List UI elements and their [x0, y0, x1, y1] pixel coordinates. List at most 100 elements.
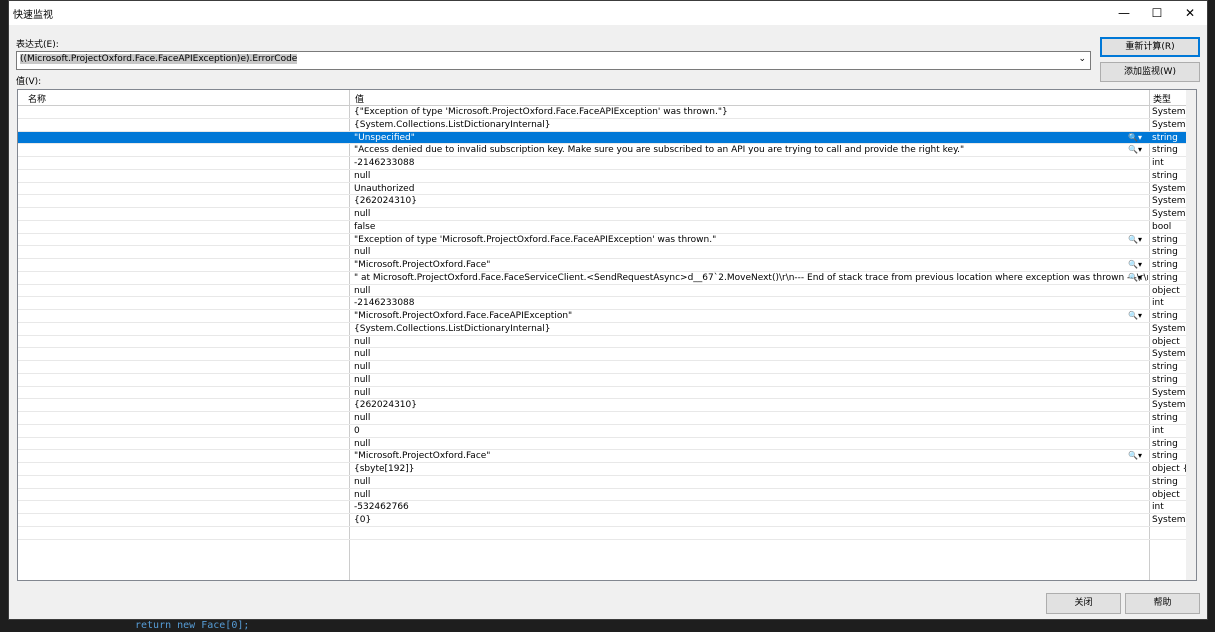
column-header-type[interactable]: 类型 [1153, 92, 1171, 105]
table-row[interactable]: ▷◆_data{System.Collections.ListDictionar… [18, 323, 1190, 336]
table-row[interactable]: ◆_HResult-2146233088int [18, 297, 1188, 310]
value-cell[interactable]: "Unspecified" 🔍▾ [352, 132, 1148, 144]
table-row[interactable]: ◆_dynamicMethodsnullobject [18, 336, 1188, 349]
value-cell[interactable]: {sbyte[192]} [352, 463, 1148, 475]
visualizer-magnifier-icon[interactable]: 🔍▾ [1128, 144, 1142, 156]
row-value: {"Exception of type 'Microsoft.ProjectOx… [354, 107, 728, 117]
visualizer-magnifier-icon[interactable]: 🔍▾ [1128, 272, 1142, 284]
table-row[interactable]: ▷🔧Data{System.Collections.ListDictionary… [18, 119, 1190, 132]
value-cell[interactable]: null [352, 412, 1148, 424]
table-row[interactable]: ▷◆_ipForWatsonBuckets{262024310}System.U [18, 399, 1190, 412]
value-cell[interactable]: null [352, 348, 1148, 360]
row-value: "Microsoft.ProjectOxford.Face.FaceAPIExc… [354, 311, 573, 321]
help-button[interactable]: 帮助 [1125, 593, 1200, 614]
type-cell: object [1152, 489, 1180, 500]
table-row[interactable]: 🔧HttpStatusUnauthorizedSystem.N [18, 183, 1190, 196]
table-row[interactable]: ◆_helpURLnullstring [18, 374, 1188, 387]
visualizer-magnifier-icon[interactable]: 🔍▾ [1128, 259, 1142, 271]
table-row[interactable]: ▷◆_xptrs{0}System.I [18, 514, 1190, 527]
table-row[interactable]: 🔧Message"Exception of type 'Microsoft.Pr… [18, 234, 1188, 247]
value-cell[interactable]: null [352, 285, 1148, 297]
value-cell[interactable]: null [352, 387, 1148, 399]
visualizer-magnifier-icon[interactable]: 🔍▾ [1128, 310, 1142, 322]
type-cell: System.U [1152, 400, 1190, 411]
column-header-name[interactable]: 名称 [28, 92, 46, 105]
value-cell[interactable]: null [352, 476, 1148, 488]
table-row[interactable]: ◆_stackTraceStringnullstring [18, 476, 1188, 489]
value-cell[interactable]: null [352, 438, 1148, 450]
type-cell: System.C [1152, 119, 1190, 130]
table-row[interactable]: ◆_watsonBucketsnullobject [18, 489, 1188, 502]
vertical-scrollbar[interactable] [1186, 90, 1196, 580]
table-row[interactable]: 🔧WatsonBucketsnullobject [18, 285, 1188, 298]
table-row[interactable]: ▷◆_innerExceptionnullSystem.E [18, 387, 1190, 400]
value-cell[interactable]: null [352, 361, 1148, 373]
table-row[interactable]: ◆_exceptionMethodnullSystem.R [18, 348, 1190, 361]
type-cell: System.C [1152, 323, 1190, 334]
add-watch-button[interactable]: 添加监视(W) [1100, 62, 1200, 82]
type-cell: System.N [1152, 183, 1190, 194]
close-window-button[interactable]: ✕ [1175, 1, 1205, 25]
value-cell[interactable]: {262024310} [352, 195, 1148, 207]
value-cell[interactable]: "Exception of type 'Microsoft.ProjectOxf… [352, 234, 1148, 246]
value-cell[interactable]: null [352, 208, 1148, 220]
table-row[interactable]: ◆_remoteStackIndex0int [18, 425, 1188, 438]
table-row[interactable]: ◆_exceptionMethodStringnullstring [18, 361, 1188, 374]
value-cell[interactable]: "Access denied due to invalid subscripti… [352, 144, 1148, 156]
table-row[interactable]: ▷🔧InnerExceptionnullSystem.E [18, 208, 1190, 221]
table-row[interactable]: ▷◆_stackTrace{sbyte[192]}object {s [18, 463, 1190, 476]
value-cell[interactable]: "Microsoft.ProjectOxford.Face" 🔍▾ [352, 259, 1148, 271]
reevaluate-button[interactable]: 重新计算(R) [1100, 37, 1200, 57]
minimize-button[interactable]: — [1109, 1, 1139, 25]
value-cell[interactable]: null [352, 489, 1148, 501]
value-cell[interactable]: null [352, 336, 1148, 348]
value-cell[interactable]: "Microsoft.ProjectOxford.Face" 🔍▾ [352, 450, 1148, 462]
expression-input[interactable]: ((Microsoft.ProjectOxford.Face.FaceAPIEx… [16, 51, 1091, 70]
table-row[interactable]: ▷🔧IPForWatsonBuckets{262024310}System.U [18, 195, 1190, 208]
value-cell[interactable]: null [352, 170, 1148, 182]
table-row[interactable]: 🔧HelpLinknullstring [18, 170, 1188, 183]
value-cell[interactable]: {262024310} [352, 399, 1148, 411]
column-header-value[interactable]: 值 [355, 92, 364, 105]
table-row[interactable]: ◆_className"Microsoft.ProjectOxford.Face… [18, 310, 1188, 323]
table-row[interactable]: ◆_xcode-532462766int [18, 501, 1188, 514]
visualizer-magnifier-icon[interactable]: 🔍▾ [1128, 132, 1142, 144]
value-cell[interactable]: false [352, 221, 1148, 233]
value-cell[interactable]: {0} [352, 514, 1148, 526]
table-row[interactable]: 🔧Source"Microsoft.ProjectOxford.Face"🔍▾s… [18, 259, 1188, 272]
chevron-down-icon[interactable]: ⌄ [1078, 54, 1086, 64]
visualizer-magnifier-icon[interactable]: 🔍▾ [1128, 450, 1142, 462]
visualizer-magnifier-icon[interactable]: 🔍▾ [1128, 234, 1142, 246]
value-cell[interactable]: {System.Collections.ListDictionaryIntern… [352, 323, 1148, 335]
close-button[interactable]: 关闭 [1046, 593, 1121, 614]
value-cell[interactable]: null [352, 374, 1148, 386]
value-cell[interactable]: {System.Collections.ListDictionaryIntern… [352, 119, 1148, 131]
table-row[interactable]: 🔧StackTrace" at Microsoft.ProjectOxford.… [18, 272, 1188, 285]
table-row[interactable]: ◆_remoteStackTraceStringnullstring [18, 438, 1188, 451]
table-row[interactable]: 🔧ErrorCode"Unspecified"🔍▾string [18, 131, 1188, 145]
table-row[interactable]: 🔧HResult-2146233088int [18, 157, 1188, 170]
value-cell[interactable]: null [352, 246, 1148, 258]
row-value: {262024310} [354, 196, 417, 207]
value-cell[interactable]: -2146233088 [352, 297, 1148, 309]
table-row[interactable]: 🔧IsTransientfalsebool [18, 221, 1188, 234]
value-cell[interactable]: 0 [352, 425, 1148, 437]
table-row[interactable]: ▷◆静态成员 [18, 527, 1188, 540]
value-cell[interactable]: "Microsoft.ProjectOxford.Face.FaceAPIExc… [352, 310, 1148, 322]
table-row[interactable]: ◆_source"Microsoft.ProjectOxford.Face"🔍▾… [18, 450, 1188, 463]
maximize-button[interactable]: ☐ [1142, 1, 1172, 25]
watch-grid: 名称 值 类型 ◢◆e{"Exception of type 'Microsof… [17, 89, 1197, 581]
table-row[interactable]: 🔧ErrorMessage"Access denied due to inval… [18, 144, 1188, 157]
type-cell: string [1152, 311, 1178, 321]
value-cell[interactable]: -532462766 [352, 501, 1148, 513]
table-row[interactable]: 🔧RemoteStackTracenullstring [18, 246, 1188, 259]
table-row[interactable]: ◢◆e{"Exception of type 'Microsoft.Projec… [18, 106, 1190, 119]
value-cell[interactable]: Unauthorized [352, 183, 1148, 195]
value-cell[interactable]: " at Microsoft.ProjectOxford.Face.FaceSe… [352, 272, 1148, 284]
value-cell[interactable]: {"Exception of type 'Microsoft.ProjectOx… [352, 106, 1148, 118]
row-value: null [354, 489, 371, 500]
table-row[interactable]: ◆_messagenullstring [18, 412, 1188, 425]
row-value: "Microsoft.ProjectOxford.Face" [354, 260, 491, 270]
row-value: false [354, 221, 376, 232]
value-cell[interactable]: -2146233088 [352, 157, 1148, 169]
